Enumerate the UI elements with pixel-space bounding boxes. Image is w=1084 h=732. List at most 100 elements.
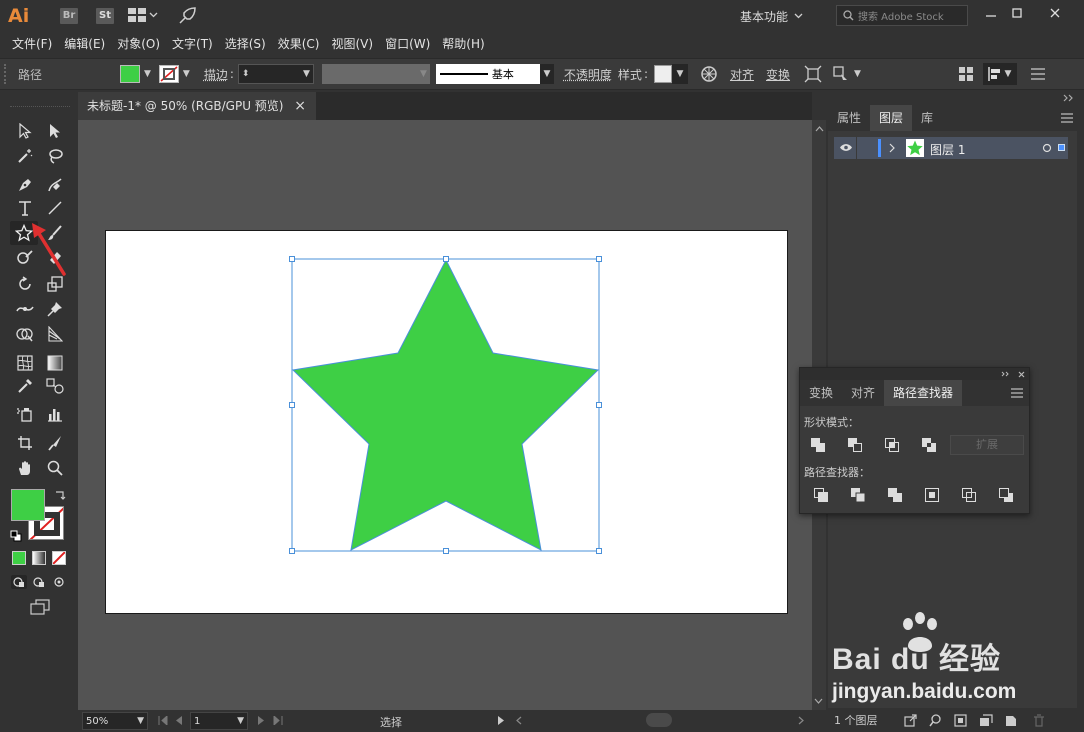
stock-search-input[interactable]: 搜索 Adobe Stock: [836, 5, 968, 26]
stroke-label[interactable]: 描边: [204, 66, 228, 83]
arrange-button[interactable]: ▼: [982, 63, 1017, 85]
gradient-tool[interactable]: [42, 352, 68, 374]
stroke-swatch[interactable]: [158, 65, 179, 83]
menu-object[interactable]: 对象(O): [111, 32, 166, 56]
control-bar-grip[interactable]: [4, 64, 10, 84]
close-panel-icon[interactable]: [1018, 371, 1025, 378]
slice-tool[interactable]: [42, 432, 68, 454]
first-artboard-icon[interactable]: [158, 716, 168, 725]
visibility-eye-icon[interactable]: [839, 143, 853, 152]
curvature-tool[interactable]: [42, 174, 68, 196]
horizontal-scroll-thumb[interactable]: [646, 713, 672, 727]
panel-menu-icon[interactable]: [1011, 388, 1023, 398]
graphic-style-swatch[interactable]: [653, 65, 672, 83]
previous-artboard-icon[interactable]: [175, 716, 182, 725]
menu-window[interactable]: 窗口(W): [379, 32, 436, 56]
expand-button[interactable]: 扩展: [950, 435, 1024, 455]
chevron-down-icon[interactable]: ▼: [144, 69, 151, 79]
artboard-number-field[interactable]: 1 ▼: [190, 712, 248, 730]
transform-panel-link[interactable]: 变换: [766, 66, 790, 83]
menu-select[interactable]: 选择(S): [219, 32, 272, 56]
direct-selection-tool[interactable]: [42, 120, 68, 142]
maximize-button[interactable]: [1002, 2, 1032, 24]
draw-behind-icon[interactable]: [31, 575, 47, 589]
draw-inside-icon[interactable]: [51, 575, 67, 589]
chevron-down-icon[interactable]: ▼: [183, 69, 190, 79]
crop-icon[interactable]: [924, 487, 940, 503]
menu-view[interactable]: 视图(V): [325, 32, 379, 56]
selection-indicator[interactable]: [1058, 144, 1065, 151]
opacity-label[interactable]: 不透明度: [564, 66, 612, 83]
line-segment-tool[interactable]: [42, 197, 68, 219]
chevron-down-icon[interactable]: ▼: [854, 69, 861, 79]
layer-row[interactable]: 图层 1: [834, 137, 1073, 159]
minus-back-icon[interactable]: [998, 487, 1014, 503]
close-document-icon[interactable]: ×: [294, 92, 306, 120]
shape-builder-tool[interactable]: [12, 323, 38, 345]
select-similar-icon[interactable]: [832, 65, 850, 83]
none-mode-button[interactable]: [52, 551, 66, 565]
create-sublayer-icon[interactable]: [979, 713, 993, 727]
isolate-object-icon[interactable]: [804, 65, 822, 83]
hand-tool[interactable]: [12, 457, 38, 479]
divide-icon[interactable]: [813, 487, 829, 503]
chevron-down-icon[interactable]: ▼: [303, 69, 310, 79]
delete-layer-icon[interactable]: [1033, 713, 1045, 727]
exclude-icon[interactable]: [921, 437, 937, 453]
menu-edit[interactable]: 编辑(E): [58, 32, 111, 56]
workspace-switcher[interactable]: 基本功能: [740, 6, 820, 26]
screen-mode-icon[interactable]: [30, 599, 50, 615]
artboard-tool[interactable]: [12, 432, 38, 454]
trim-icon[interactable]: [850, 487, 866, 503]
layer-name[interactable]: 图层 1: [930, 141, 965, 158]
collapse-panel-icon[interactable]: [1001, 371, 1010, 377]
color-mode-button[interactable]: [12, 551, 26, 565]
next-artboard-icon[interactable]: [258, 716, 265, 725]
make-clipping-mask-icon[interactable]: [953, 713, 967, 727]
width-tool[interactable]: [12, 298, 38, 320]
pathfinder-panel-header[interactable]: [800, 368, 1029, 380]
panel-menu-icon[interactable]: [1030, 68, 1045, 80]
menu-type[interactable]: 文字(T): [166, 32, 219, 56]
style-dropdown[interactable]: ▼: [671, 64, 688, 84]
tab-libraries[interactable]: 库: [912, 105, 942, 131]
last-artboard-icon[interactable]: [273, 716, 283, 725]
scroll-up-icon[interactable]: [815, 126, 824, 132]
unite-icon[interactable]: [810, 437, 826, 453]
gpu-performance-icon[interactable]: [178, 7, 196, 25]
intersect-icon[interactable]: [884, 437, 900, 453]
scroll-right-icon[interactable]: [798, 716, 804, 725]
lasso-tool[interactable]: [42, 145, 68, 167]
document-setup-icon[interactable]: [958, 67, 973, 81]
menu-effect[interactable]: 效果(C): [272, 32, 326, 56]
brush-dropdown[interactable]: ▼: [539, 64, 554, 84]
draw-normal-icon[interactable]: [11, 575, 27, 589]
selection-tool[interactable]: [12, 120, 38, 142]
zoom-tool[interactable]: [42, 457, 68, 479]
fill-color-box[interactable]: [11, 489, 45, 521]
expand-arrow-icon[interactable]: [889, 143, 895, 153]
tab-pathfinder[interactable]: 路径查找器: [884, 380, 963, 406]
tab-properties[interactable]: 属性: [828, 105, 870, 131]
outline-icon[interactable]: [961, 487, 977, 503]
tab-layers[interactable]: 图层: [870, 105, 913, 131]
locate-object-icon[interactable]: [928, 713, 942, 727]
column-graph-tool[interactable]: [42, 403, 68, 425]
recolor-artwork-icon[interactable]: [700, 65, 718, 83]
stroke-weight-input[interactable]: ⬍ ▼: [237, 64, 314, 84]
panel-menu-icon[interactable]: [1061, 113, 1073, 123]
magic-wand-tool[interactable]: [12, 145, 38, 167]
status-menu-icon[interactable]: [498, 716, 505, 725]
blend-tool[interactable]: [42, 375, 68, 397]
swap-fill-stroke-icon[interactable]: [54, 489, 66, 501]
document-tab[interactable]: 未标题-1* @ 50% (RGB/GPU 预览) ×: [78, 92, 316, 120]
minus-front-icon[interactable]: [847, 437, 863, 453]
tab-transform[interactable]: 变换: [800, 380, 842, 406]
mesh-tool[interactable]: [12, 352, 38, 374]
menu-help[interactable]: 帮助(H): [436, 32, 490, 56]
fill-swatch[interactable]: [120, 65, 140, 83]
merge-icon[interactable]: [887, 487, 903, 503]
brush-definition[interactable]: 基本: [435, 64, 540, 84]
export-icon[interactable]: [903, 713, 917, 727]
close-window-button[interactable]: [1040, 2, 1070, 24]
